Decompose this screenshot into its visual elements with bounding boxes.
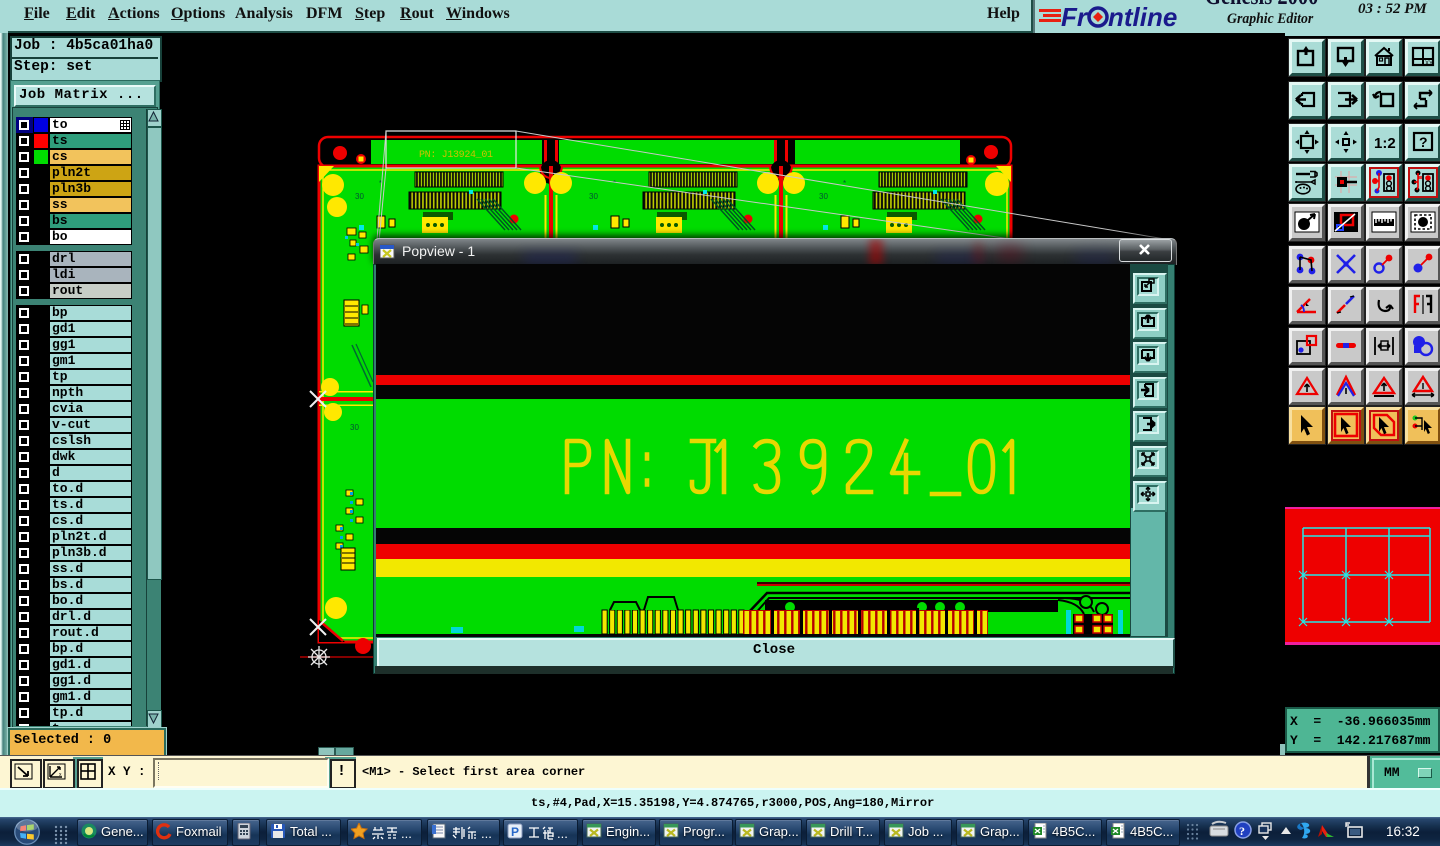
svg-text:ntline: ntline [1108, 3, 1177, 32]
svg-text:16:32: 16:32 [1386, 824, 1420, 839]
svg-text:?: ? [1239, 824, 1245, 838]
svg-text:?: ? [1419, 134, 1428, 150]
svg-text:*: * [843, 179, 846, 188]
svg-text:*: * [613, 179, 616, 188]
svg-text:PN: J13924_01: PN: J13924_01 [419, 150, 493, 161]
svg-text:30: 30 [589, 192, 598, 201]
svg-text:30: 30 [355, 192, 364, 201]
svg-text:30: 30 [819, 192, 828, 201]
svg-text:30: 30 [350, 423, 359, 432]
svg-text:XY: XY [1425, 61, 1433, 67]
svg-text:1:2: 1:2 [1374, 135, 1396, 152]
svg-text:Fr: Fr [1061, 3, 1089, 32]
